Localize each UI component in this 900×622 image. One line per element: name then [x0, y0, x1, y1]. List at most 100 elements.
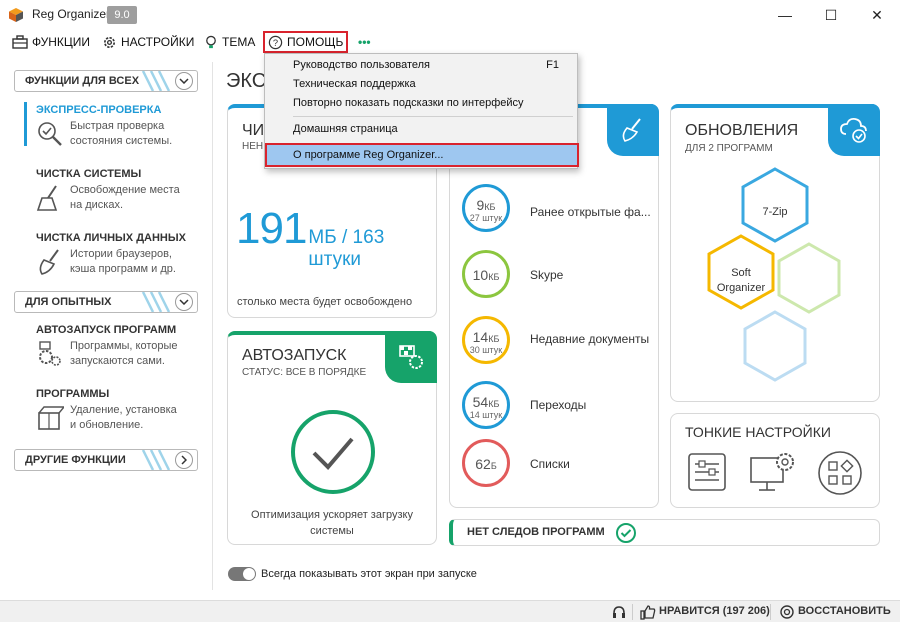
likes-button[interactable]: НРАВИТСЯ (197 206) [659, 605, 770, 617]
cleanup-note: столько места будет освобождено [237, 296, 413, 308]
stripes-decoration-icon [141, 450, 171, 470]
sidebar-item-desc: Освобождение места на дисках. [70, 184, 180, 211]
cleanup-card-subtitle: НЕН [242, 141, 264, 152]
update-item-7zip[interactable]: 7-Zip [745, 206, 805, 218]
status-divider [770, 604, 771, 620]
menu-theme-label: ТЕМА [222, 35, 256, 49]
menu-settings[interactable]: НАСТРОЙКИ [102, 33, 194, 51]
show-screen-label: Всегда показывать этот экран при запуске [261, 568, 477, 580]
sidebar-item-label: АВТОЗАПУСК ПРОГРАММ [36, 324, 177, 336]
cloud-check-icon [840, 117, 867, 143]
thumbs-up-icon [640, 605, 656, 620]
box-icon [38, 406, 64, 430]
race-flag-gear-icon [399, 345, 423, 369]
apps-grid-icon[interactable] [817, 450, 863, 496]
headset-icon[interactable] [611, 604, 627, 620]
menu-item-homepage[interactable]: Домашняя страница [293, 123, 398, 135]
autorun-corner-badge [385, 331, 437, 383]
sidebar-item-desc: Удаление, установка и обновление. [70, 404, 177, 431]
close-button[interactable]: ✕ [854, 0, 900, 30]
check-circle-icon [616, 523, 636, 543]
status-divider [632, 604, 633, 620]
sidebar-group-advanced[interactable]: ДЛЯ ОПЫТНЫХ [14, 291, 198, 313]
monitor-gear-icon[interactable] [749, 448, 799, 494]
privacy-label-skype: Skype [530, 268, 564, 282]
sidebar-item-programs[interactable]: ПРОГРАММЫ Удаление, установка и обновлени… [36, 388, 206, 431]
title-bar: Reg Organizer 9.0 — ☐ ✕ [0, 0, 900, 30]
autorun-note: Оптимизация ускоряет загрузку системы [251, 509, 413, 537]
shortcut-f1: F1 [546, 59, 559, 71]
sidebar-item-system-cleanup[interactable]: ЧИСТКА СИСТЕМЫ Освобождение места на диск… [36, 168, 206, 211]
privacy-label-recent-docs: Недавние документы [530, 332, 650, 346]
cleanup-size-value: 191 [236, 204, 307, 253]
privacy-ring-skype: 10КБ [462, 250, 510, 298]
sidebar-item-privacy-cleanup[interactable]: ЧИСТКА ЛИЧНЫХ ДАННЫХ Истории браузеров, к… [36, 232, 206, 275]
chevron-right-icon [175, 451, 193, 469]
brush-icon [622, 118, 641, 142]
tweaks-card[interactable]: ТОНКИЕ НАСТРОЙКИ [670, 413, 880, 508]
sidebar-item-autorun[interactable]: АВТОЗАПУСК ПРОГРАММ Программы, которые за… [36, 324, 206, 367]
menu-theme[interactable]: ТЕМА [204, 33, 255, 51]
sidebar-item-label: ЧИСТКА СИСТЕМЫ [36, 168, 142, 180]
menu-item-user-guide[interactable]: Руководство пользователя [293, 59, 430, 71]
updates-corner-badge [828, 104, 880, 156]
update-item-soft-organizer[interactable]: Soft Organizer [711, 266, 771, 296]
menu-bar: ФУНКЦИИ НАСТРОЙКИ ТЕМА ? ПОМОЩЬ ••• [0, 30, 900, 54]
lightbulb-icon [206, 35, 216, 48]
check-circle-icon [291, 410, 375, 494]
gears-flag-icon [39, 341, 61, 366]
sidebar-group-other-label: ДРУГИЕ ФУНКЦИИ [25, 454, 126, 466]
privacy-corner-badge [607, 104, 659, 156]
window-title: Reg Organizer [32, 7, 111, 21]
sidebar-item-label: ЧИСТКА ЛИЧНЫХ ДАННЫХ [36, 232, 186, 244]
magnifier-check-icon [38, 122, 62, 146]
toggle-knob [243, 568, 255, 580]
menu-item-show-hints[interactable]: Повторно показать подсказки по интерфейс… [293, 97, 524, 109]
menu-help[interactable]: ? ПОМОЩЬ [263, 31, 349, 53]
chevron-down-icon [175, 72, 193, 90]
toolbox-icon [12, 35, 28, 49]
no-traces-label: НЕТ СЛЕДОВ ПРОГРАММ [467, 526, 605, 538]
sidebar-item-label: ПРОГРАММЫ [36, 388, 110, 400]
updates-card-subtitle: ДЛЯ 2 ПРОГРАММ [685, 143, 773, 154]
updates-card[interactable]: ОБНОВЛЕНИЯ ДЛЯ 2 ПРОГРАММ 7-Zip Soft Org… [670, 104, 880, 402]
privacy-ring-lists: 62Б [462, 439, 510, 487]
broom-icon [36, 185, 58, 211]
restore-button[interactable]: ВОССТАНОВИТЬ [798, 605, 891, 617]
privacy-ring-recent-docs: 14КБ 30 штук [462, 316, 510, 364]
chevron-down-icon [175, 293, 193, 311]
maximize-button[interactable]: ☐ [808, 0, 854, 30]
help-icon: ? [268, 35, 283, 49]
menu-item-tech-support[interactable]: Техническая поддержка [293, 78, 416, 90]
autorun-card[interactable]: АВТОЗАПУСК СТАТУС: ВСЕ В ПОРЯДКЕ Оптимиз… [227, 331, 437, 545]
sidebar-item-express-check[interactable]: ЭКСПРЕСС-ПРОВЕРКА Быстрая проверка состоя… [36, 104, 206, 147]
gear-icon [103, 36, 116, 48]
menu-item-about[interactable]: О программе Reg Organizer... [265, 143, 579, 167]
cleanup-size-readout: 191 МБ / 163 штуки [236, 204, 436, 271]
menu-settings-label: НАСТРОЙКИ [121, 35, 195, 49]
app-window: Reg Organizer 9.0 — ☐ ✕ ФУНКЦИИ НАСТРОЙК… [0, 0, 900, 622]
no-traces-bar[interactable]: НЕТ СЛЕДОВ ПРОГРАММ [449, 519, 880, 546]
sidebar-item-desc: Истории браузеров, кэша программ и др. [70, 248, 176, 275]
help-dropdown-menu: Руководство пользователя F1 Техническая … [264, 53, 579, 169]
minimize-button[interactable]: — [762, 0, 808, 30]
menu-help-label: ПОМОЩЬ [287, 35, 344, 49]
menu-more[interactable]: ••• [358, 33, 371, 51]
menu-item-about-label: О программе Reg Organizer... [293, 149, 444, 161]
sidebar-group-other[interactable]: ДРУГИЕ ФУНКЦИИ [14, 449, 198, 471]
sidebar-group-all[interactable]: ФУНКЦИИ ДЛЯ ВСЕХ [14, 70, 198, 92]
stripes-decoration-icon [141, 71, 171, 91]
cleanup-size-unit: МБ / 163 штуки [308, 227, 385, 270]
privacy-label-recent-files: Ранее открытые фа... [530, 205, 651, 219]
autorun-card-title: АВТОЗАПУСК [242, 347, 347, 364]
settings-panel-icon[interactable] [685, 450, 729, 494]
show-screen-toggle[interactable] [228, 567, 256, 581]
sidebar-divider [212, 62, 213, 590]
sidebar-item-desc: Программы, которые запускаются сами. [70, 340, 178, 367]
privacy-ring-recent-files: 9КБ 27 штук [462, 184, 510, 232]
sidebar: ФУНКЦИИ ДЛЯ ВСЕХ ЭКСПРЕСС-ПРОВЕРКА Быстр… [0, 54, 212, 602]
updates-card-title: ОБНОВЛЕНИЯ [685, 122, 799, 139]
menu-functions[interactable]: ФУНКЦИИ [12, 33, 90, 51]
tweaks-card-title: ТОНКИЕ НАСТРОЙКИ [685, 424, 831, 440]
version-badge: 9.0 [107, 6, 137, 24]
